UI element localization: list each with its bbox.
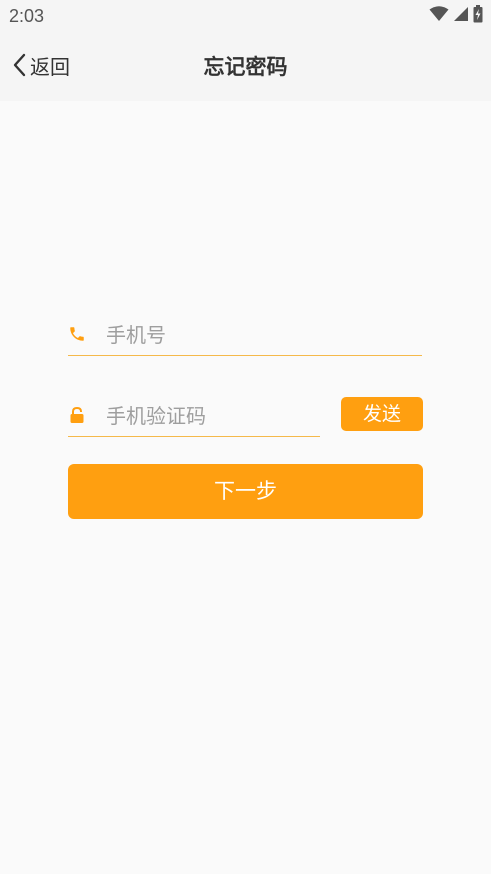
wifi-icon: [429, 6, 449, 26]
verification-code-input[interactable]: [106, 400, 316, 432]
send-code-button[interactable]: 发送: [341, 397, 423, 431]
battery-charging-icon: [473, 5, 483, 27]
verification-code-field: [68, 396, 320, 437]
phone-input[interactable]: [106, 319, 416, 351]
next-step-button[interactable]: 下一步: [68, 464, 423, 519]
page-title: 忘记密码: [203, 55, 288, 79]
phone-icon: [68, 325, 86, 343]
status-time: 2:03: [9, 6, 45, 26]
status-icons: [429, 5, 483, 27]
forgot-password-screen: 2:03 返回 忘记密码 手机号 手机验证码 发送 下一步: [0, 0, 491, 874]
app-header: 返回 忘记密码: [0, 34, 491, 101]
phone-field: [68, 315, 422, 356]
lock-icon: [68, 406, 86, 424]
status-bar: 2:03: [0, 0, 491, 34]
signal-icon: [453, 6, 469, 26]
